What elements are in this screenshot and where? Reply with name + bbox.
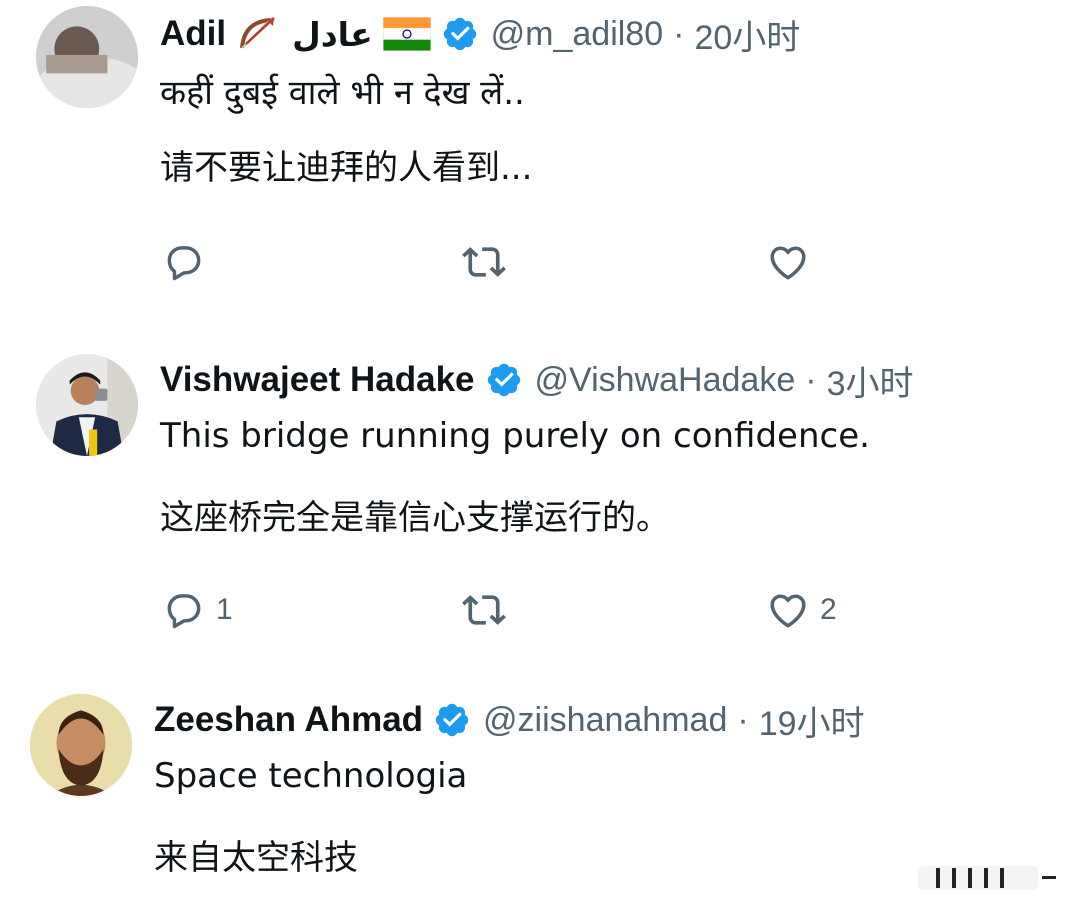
avatar[interactable] [36, 6, 138, 108]
retweet-icon [462, 247, 506, 277]
tweet-adil[interactable]: Adil عادل @m_adil80 · 20小时 कहीं दुबई वाल… [0, 0, 1080, 320]
timestamp[interactable]: 19小时 [759, 696, 865, 745]
user-handle[interactable]: @ziishanahmad [483, 701, 727, 740]
verified-badge-icon [433, 701, 471, 739]
user-handle[interactable]: @m_adil80 [491, 15, 664, 54]
india-flag-icon [382, 17, 431, 51]
tweet-translation: 这座桥完全是靠信心支撑运行的。 [160, 498, 670, 538]
separator: · [673, 14, 685, 53]
separator: · [737, 700, 749, 739]
tweet-vishwajeet[interactable]: Vishwajeet Hadake @VishwaHadake · 3小时 Th… [0, 340, 1080, 660]
retweet-button[interactable] [462, 240, 516, 284]
tweet-text: This bridge running purely on confidence… [160, 416, 870, 456]
display-name-urdu: عادل [292, 14, 373, 54]
tweet-text: कहीं दुबई वाले भी न देख लें.. [160, 73, 525, 113]
tweet-translation: 来自太空科技 [154, 838, 358, 878]
like-icon [770, 594, 806, 628]
avatar[interactable] [30, 694, 132, 796]
reply-icon [167, 246, 201, 281]
display-name[interactable]: Adil [160, 14, 226, 54]
like-button[interactable]: 2 [766, 588, 837, 632]
display-name[interactable]: Vishwajeet Hadake [160, 360, 475, 400]
display-name[interactable]: Zeeshan Ahmad [154, 700, 423, 740]
timestamp[interactable]: 3小时 [827, 356, 914, 405]
watermark-logo [918, 866, 1056, 890]
tweet-translation: 请不要让迪拜的人看到... [160, 148, 533, 188]
separator: · [805, 360, 817, 399]
user-handle[interactable]: @VishwaHadake [535, 361, 796, 400]
avatar[interactable] [36, 354, 138, 456]
tweet-actions [0, 240, 1080, 284]
tweet-header: Vishwajeet Hadake @VishwaHadake · 3小时 [160, 354, 913, 406]
verified-badge-icon [441, 15, 479, 53]
tweet-text: Space technologia [154, 756, 468, 796]
reply-icon [167, 594, 201, 629]
tweet-header: Zeeshan Ahmad @ziishanahmad · 19小时 [154, 694, 865, 746]
like-icon [770, 246, 806, 280]
tweet-actions: 1 2 [0, 588, 1080, 632]
reply-button[interactable] [162, 240, 216, 284]
retweet-button[interactable] [462, 588, 516, 632]
like-count: 2 [820, 593, 837, 626]
timestamp[interactable]: 20小时 [694, 10, 800, 59]
reply-count: 1 [216, 593, 233, 626]
retweet-icon [462, 595, 506, 625]
tweet-header: Adil عادل @m_adil80 · 20小时 [160, 8, 800, 60]
bow-arrow-icon [236, 14, 280, 54]
like-button[interactable] [766, 240, 820, 284]
reply-button[interactable]: 1 [162, 588, 233, 632]
verified-badge-icon [485, 361, 523, 399]
